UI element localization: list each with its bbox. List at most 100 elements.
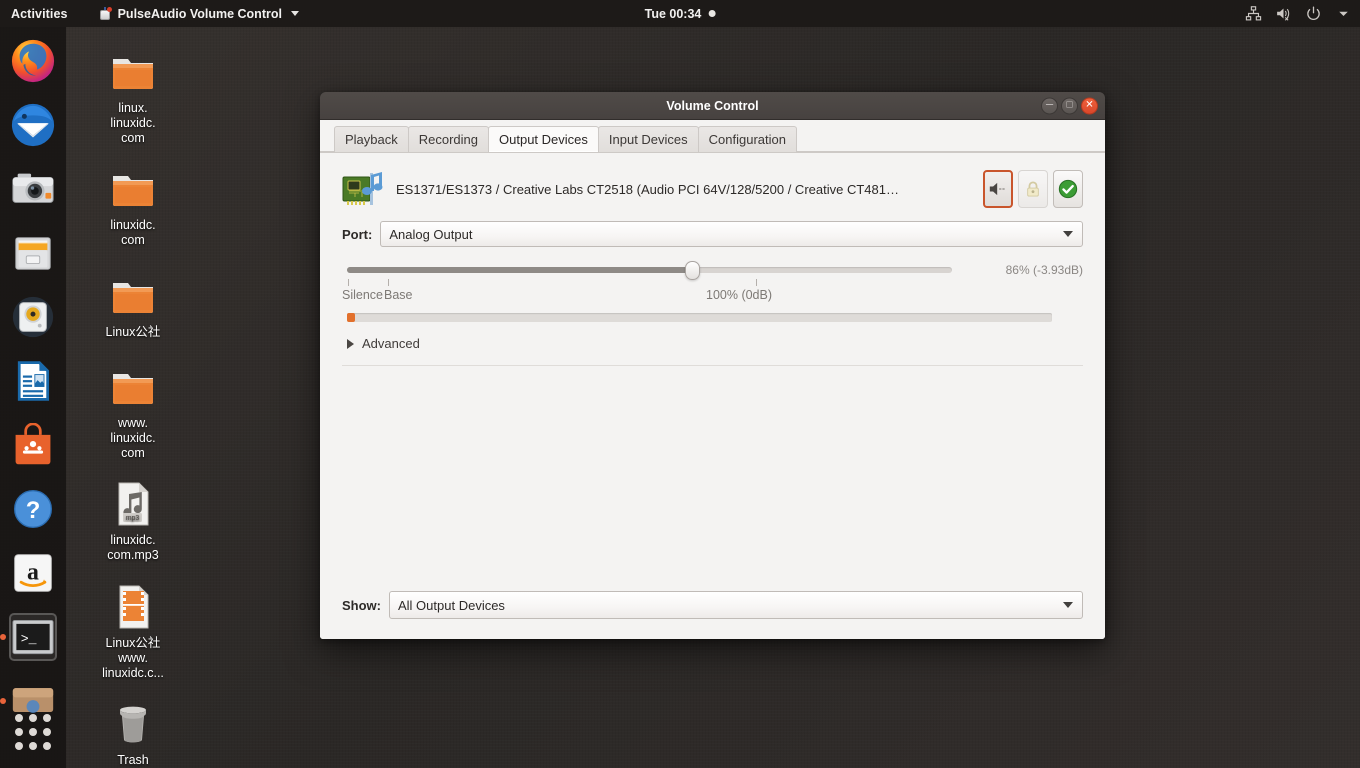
desktop-icon-label: Linux公社: [105, 325, 161, 339]
tab-playback[interactable]: Playback: [334, 126, 409, 152]
desktop-icon-folder-linuxidc-com[interactable]: linuxidc. com: [81, 165, 185, 248]
device-action-buttons: [983, 170, 1083, 208]
show-combobox[interactable]: All Output Devices: [389, 591, 1083, 619]
desktop-icon-trash[interactable]: Trash: [81, 700, 185, 768]
slider-thumb[interactable]: [684, 261, 700, 280]
port-value: Analog Output: [389, 226, 473, 242]
mp3-file-icon: mp3: [118, 482, 149, 526]
amazon-icon: a: [14, 554, 52, 592]
tick-hundred: [756, 279, 757, 286]
desktop-icon-label: linuxidc. com: [110, 218, 156, 247]
svg-text:mp3: mp3: [126, 515, 140, 522]
window-buttons: ─ □ ✕: [1041, 97, 1098, 114]
tick-silence: [348, 279, 349, 286]
running-indicator-dot: [0, 634, 6, 640]
system-tray[interactable]: [1245, 5, 1352, 22]
svg-text:?: ?: [26, 497, 41, 524]
desktop-icon-label: linuxidc. com.mp3: [107, 533, 159, 562]
lock-icon: [1027, 181, 1039, 197]
desktop-icon-video-linux-gongshe[interactable]: Linux公社 www. linuxidc.c...: [81, 583, 185, 681]
dock-item-files[interactable]: [9, 229, 57, 277]
folder-window-icon: [12, 688, 54, 713]
pulseaudio-icon: [98, 6, 112, 21]
window-title: Volume Control: [666, 98, 759, 113]
window-body: Playback Recording Output Devices Input …: [320, 120, 1105, 639]
clock-label: Tue 00:34: [644, 6, 702, 21]
separator: [342, 365, 1083, 366]
output-devices-panel: ES1371/ES1373 / Creative Labs CT2518 (Au…: [320, 152, 1105, 639]
dock-item-thunderbird[interactable]: [9, 101, 57, 149]
video-file-icon: [119, 585, 149, 629]
svg-text:>_: >_: [21, 631, 37, 646]
check-circle-icon: [1058, 179, 1078, 199]
lock-channels-button[interactable]: [1018, 170, 1048, 208]
dock-item-firefox[interactable]: [9, 37, 57, 85]
maximize-icon[interactable]: □: [1061, 97, 1078, 114]
window-titlebar[interactable]: Volume Control ─ □ ✕: [320, 92, 1105, 120]
dock-item-amazon[interactable]: a: [9, 549, 57, 597]
show-label: Show:: [342, 597, 381, 613]
peak-level-meter: [347, 313, 1052, 322]
port-combobox[interactable]: Analog Output: [380, 221, 1083, 247]
dock-item-rhythmbox[interactable]: [9, 293, 57, 341]
tick-base: [388, 279, 389, 286]
desktop-icon-label: Trash: [117, 753, 149, 767]
tab-bar: Playback Recording Output Devices Input …: [320, 120, 1105, 152]
file-manager-icon: [15, 237, 51, 270]
show-applications-button[interactable]: [15, 714, 51, 750]
slider-fill: [347, 267, 692, 273]
volume-muted-icon: [1277, 8, 1290, 21]
dock-item-help[interactable]: ?: [9, 485, 57, 533]
volume-slider[interactable]: Silence Base 100% (0dB) 86% (-3.93dB): [342, 261, 1083, 302]
thunderbird-icon: [11, 103, 55, 147]
device-row: ES1371/ES1373 / Creative Labs CT2518 (Au…: [342, 153, 1083, 217]
show-value: All Output Devices: [398, 597, 505, 613]
mute-toggle-button[interactable]: [983, 170, 1013, 208]
tab-output-devices[interactable]: Output Devices: [488, 126, 599, 152]
camera-icon: [12, 173, 54, 203]
terminal-icon: >_: [12, 619, 54, 655]
chevron-down-icon: [1063, 602, 1073, 608]
port-row: Port: Analog Output: [342, 221, 1083, 247]
help-icon: ?: [13, 489, 53, 529]
folder-icon: [113, 176, 153, 206]
desktop-icon-folder-linux-gongshe[interactable]: Linux公社: [81, 272, 185, 340]
folder-icon: [113, 283, 153, 313]
dock-item-software[interactable]: [9, 421, 57, 469]
desktop-icon-label: www. linuxidc. com: [110, 416, 156, 460]
port-label: Port:: [342, 226, 373, 242]
chevron-down-icon: [1063, 231, 1073, 237]
device-name-label: ES1371/ES1373 / Creative Labs CT2518 (Au…: [396, 181, 899, 197]
desktop-icon-mp3-linuxidc-com[interactable]: mp3 linuxidc. com.mp3: [81, 480, 185, 563]
app-menu-button[interactable]: PulseAudio Volume Control: [98, 6, 299, 21]
dock-item-terminal[interactable]: >_: [0, 613, 57, 661]
tick-label-hundred: 100% (0dB): [706, 288, 773, 302]
dock-item-libreoffice-writer[interactable]: [9, 357, 57, 405]
triangle-right-icon: [347, 338, 354, 349]
minimize-icon[interactable]: ─: [1041, 97, 1058, 114]
speaker-muted-icon: [989, 182, 1005, 196]
activities-button[interactable]: Activities: [11, 7, 68, 21]
tick-label-silence: Silence: [342, 288, 383, 302]
tab-configuration[interactable]: Configuration: [697, 126, 797, 152]
dock-item-shotwell[interactable]: [9, 165, 57, 213]
dock: ? a >_: [0, 27, 66, 768]
show-filter-row: Show: All Output Devices: [342, 591, 1083, 619]
folder-icon: [113, 374, 153, 404]
network-icon: [1245, 6, 1262, 21]
audio-card-icon: [342, 172, 383, 205]
tab-recording[interactable]: Recording: [407, 126, 490, 152]
advanced-expander[interactable]: Advanced: [342, 336, 1083, 351]
set-default-button[interactable]: [1053, 170, 1083, 208]
desktop-icon-folder-www-linuxidc-com[interactable]: www. linuxidc. com: [81, 363, 185, 461]
tick-label-base: Base: [384, 288, 413, 302]
desktop-icon-folder-linux-linuxidc-com[interactable]: linux. linuxidc. com: [81, 48, 185, 146]
clock-menu-button[interactable]: Tue 00:34: [645, 7, 716, 21]
close-icon[interactable]: ✕: [1081, 97, 1098, 114]
power-icon: [1307, 6, 1320, 21]
tab-input-devices[interactable]: Input Devices: [597, 126, 699, 152]
app-menu-label: PulseAudio Volume Control: [117, 6, 282, 21]
desktop-icon-label: Linux公社 www. linuxidc.c...: [102, 636, 164, 680]
advanced-label: Advanced: [362, 336, 420, 351]
volume-control-window: Volume Control ─ □ ✕ Playback Recording …: [320, 92, 1105, 639]
